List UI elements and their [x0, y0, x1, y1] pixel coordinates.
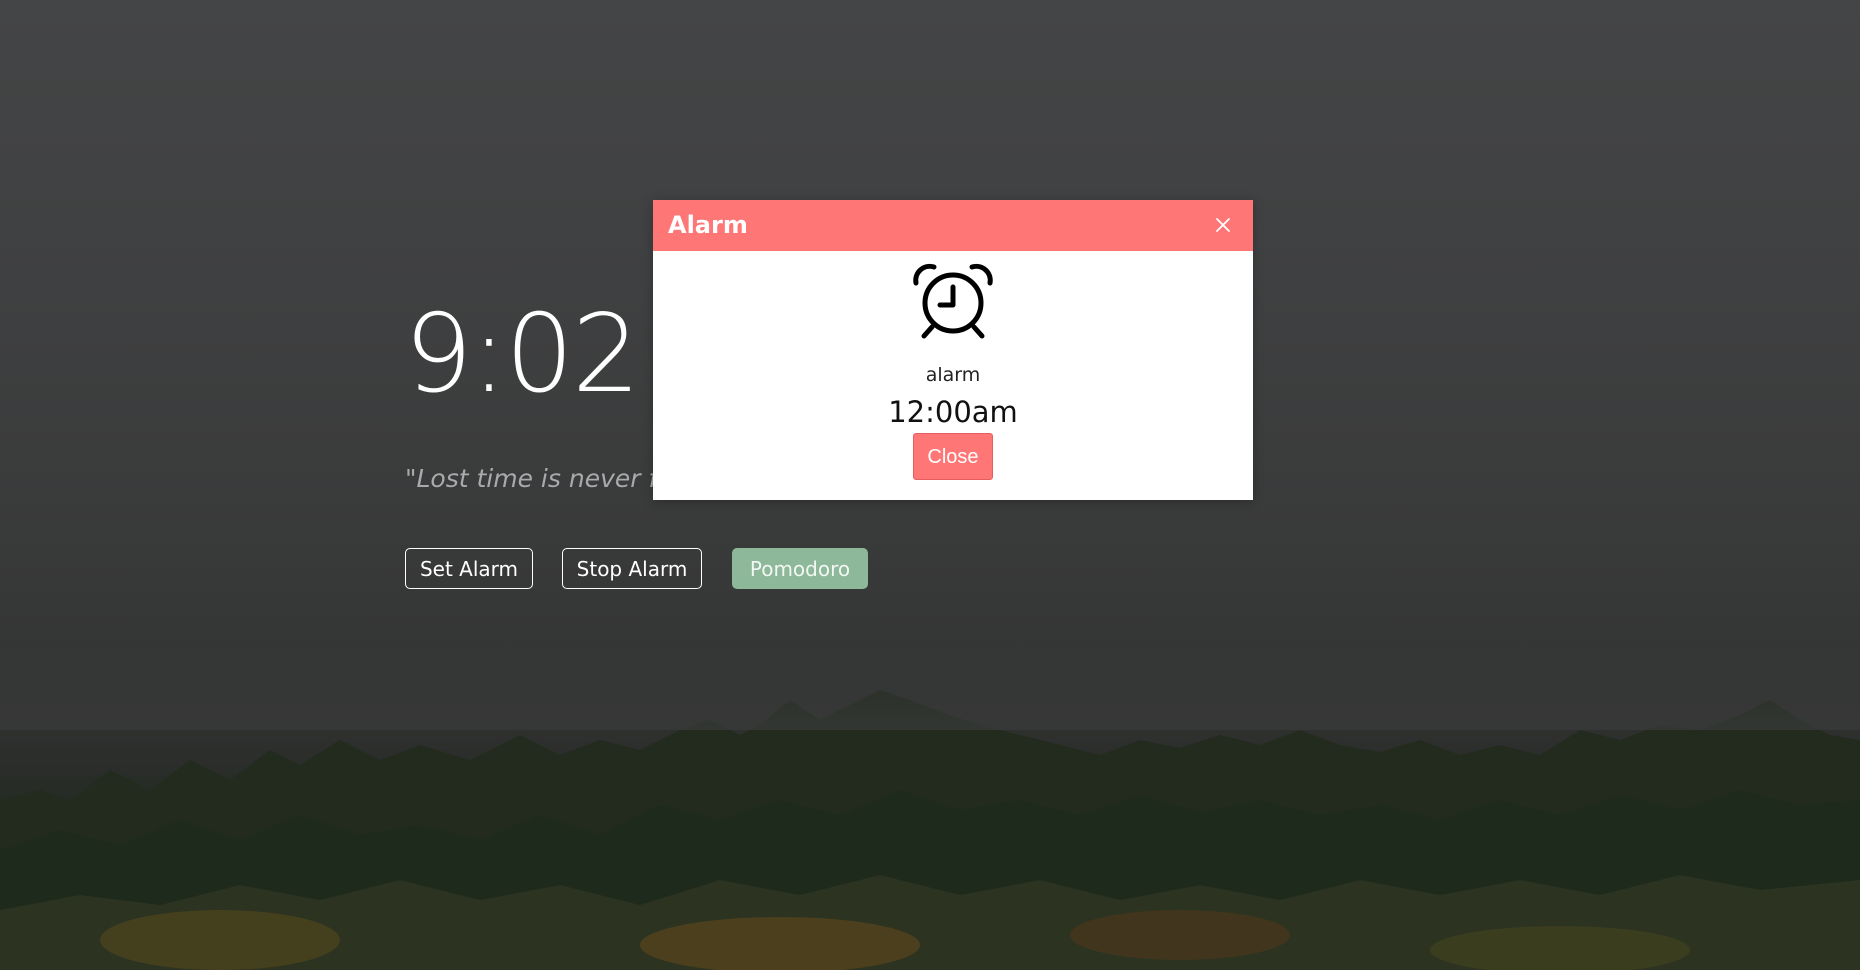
alarm-modal: Alarm alarm 12:00am Close	[653, 200, 1253, 500]
modal-title: Alarm	[668, 211, 748, 239]
pomodoro-button[interactable]: Pomodoro	[732, 548, 868, 589]
modal-close-button[interactable]: Close	[913, 433, 993, 480]
app-page: 9:02:4 "Lost time is never fou Set Alarm…	[0, 0, 1860, 970]
quote-text: "Lost time is never fou	[405, 464, 689, 493]
modal-header: Alarm	[653, 200, 1253, 251]
stop-alarm-button[interactable]: Stop Alarm	[562, 548, 702, 589]
alarm-clock-icon	[913, 263, 993, 339]
alarm-name: alarm	[925, 364, 981, 386]
modal-body: alarm 12:00am Close	[653, 251, 1253, 500]
alarm-time: 12:00am	[888, 395, 1018, 429]
close-icon[interactable]	[1209, 211, 1237, 239]
set-alarm-button[interactable]: Set Alarm	[405, 548, 533, 589]
